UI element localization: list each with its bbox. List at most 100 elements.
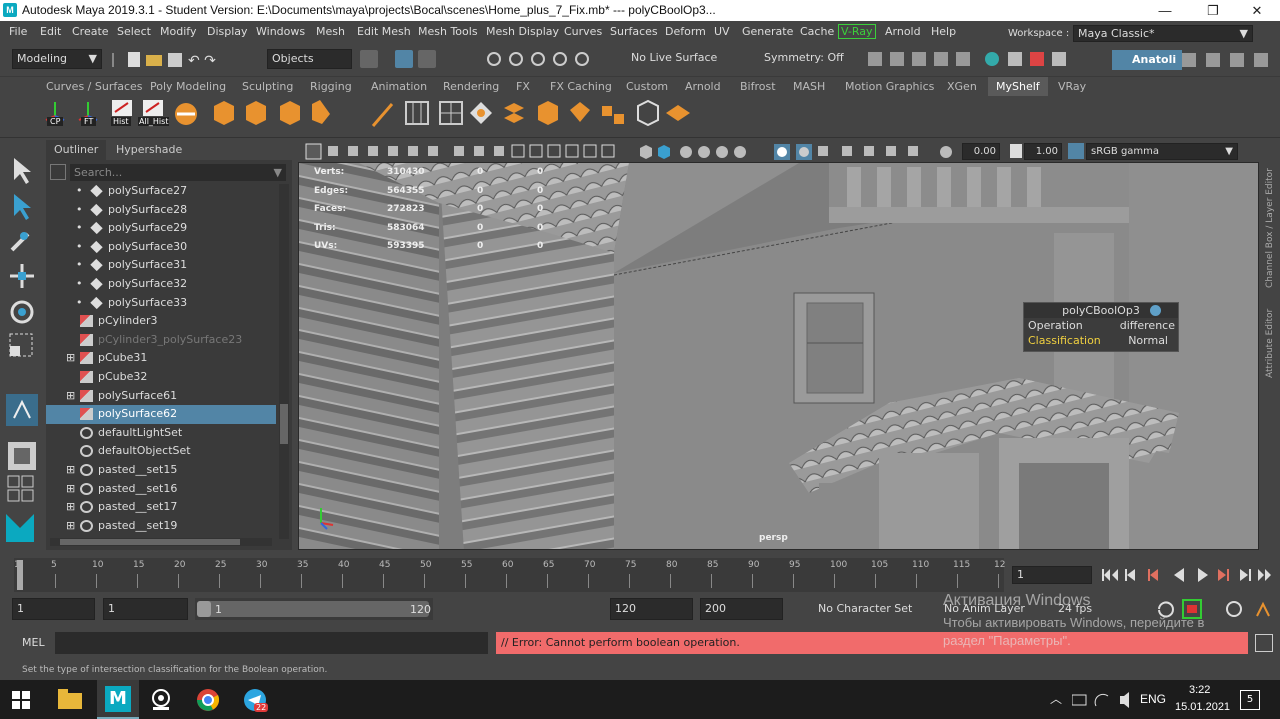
outliner-row[interactable]: pCube32 [46, 368, 276, 387]
outliner-row[interactable]: ⊞ pasted__set15 [46, 461, 276, 480]
range-slider-handle[interactable] [197, 601, 211, 617]
menuset-dropdown[interactable]: Modeling ▼ [12, 49, 102, 69]
channel-box-tab[interactable]: Channel Box / Layer Editor [1265, 148, 1275, 288]
color-space-dropdown[interactable]: sRGB gamma ▼ [1086, 143, 1238, 160]
expand-icon[interactable]: ⊞ [66, 498, 75, 516]
tab-hypershade[interactable]: Hypershade [108, 140, 190, 160]
outliner-row[interactable]: • polySurface29 [46, 219, 276, 238]
selection-mode-field[interactable]: Objects [267, 49, 352, 69]
outliner-row[interactable]: ⊞ pCube31 [46, 349, 276, 368]
live-surface-field[interactable]: No Live Surface [627, 49, 737, 69]
chevron-up-icon[interactable]: ︿ [1050, 690, 1062, 707]
expand-icon[interactable]: ⊞ [66, 461, 75, 479]
tray-icons[interactable] [1072, 692, 1142, 708]
menu-arnold[interactable]: Arnold [885, 25, 921, 38]
select-component-icon[interactable] [418, 50, 436, 68]
toggle-icon[interactable] [1150, 305, 1161, 316]
shelf-tab-custom[interactable]: Custom [626, 80, 668, 93]
file-explorer-icon[interactable] [58, 689, 82, 709]
outliner-search-input[interactable]: Search... ▼ [70, 164, 286, 181]
playback-controls[interactable] [1100, 566, 1275, 584]
shelf-tab-vray[interactable]: VRay [1058, 80, 1086, 93]
workspace-dropdown[interactable]: Maya Classic* ▼ [1073, 25, 1253, 42]
close-button[interactable]: ✕ [1234, 0, 1280, 21]
outliner-scrollbar[interactable] [279, 184, 289, 539]
shelf-tab-rendering[interactable]: Rendering [443, 80, 499, 93]
outliner-row[interactable]: • polySurface30 [46, 238, 276, 257]
clock-date[interactable]: 15.01.2021 [1175, 701, 1230, 713]
scene-start-field[interactable]: 1 [12, 598, 95, 620]
menu-mesh-display[interactable]: Mesh Display [486, 25, 559, 38]
select-hierarchy-icon[interactable] [360, 50, 378, 68]
expand-icon[interactable]: ⊞ [66, 517, 75, 535]
menu-mesh[interactable]: Mesh [316, 25, 345, 38]
tool-icons[interactable] [4, 150, 40, 550]
menu-curves[interactable]: Curves [564, 25, 602, 38]
expand-icon[interactable]: ⊞ [66, 349, 75, 367]
menu-cache[interactable]: Cache [800, 25, 834, 38]
symmetry-field[interactable]: Symmetry: Off [760, 49, 855, 69]
outliner-row[interactable]: ⊞ polySurface61 [46, 387, 276, 406]
outliner-row[interactable]: defaultObjectSet [46, 442, 276, 461]
select-object-icon[interactable] [395, 50, 413, 68]
shelf-tab-arnold[interactable]: Arnold [685, 80, 721, 93]
panel-toggle-icons[interactable] [1180, 50, 1275, 70]
menu-generate[interactable]: Generate [742, 25, 793, 38]
shelf-tab-fx[interactable]: FX [516, 80, 530, 93]
menu-help[interactable]: Help [931, 25, 956, 38]
shelf-tab-motion-graphics[interactable]: Motion Graphics [845, 80, 934, 93]
menu-uv[interactable]: UV [714, 25, 730, 38]
exposure-field[interactable]: 0.00 [962, 143, 1000, 160]
expand-icon[interactable]: ⊞ [66, 387, 75, 405]
menu-vray[interactable]: V-Ray [838, 24, 876, 39]
menu-edit-mesh[interactable]: Edit Mesh [357, 25, 411, 38]
user-account-button[interactable]: Anatoli [1112, 50, 1182, 70]
menu-windows[interactable]: Windows [256, 25, 305, 38]
boolean-in-view-editor[interactable]: polyCBoolOp3 Operation difference Classi… [1023, 302, 1179, 352]
menu-file[interactable]: File [9, 25, 27, 38]
shelf-tab-poly-modeling[interactable]: Poly Modeling [150, 80, 226, 93]
color-management-icon[interactable] [1068, 143, 1084, 159]
shelf-tab-fx-caching[interactable]: FX Caching [550, 80, 612, 93]
current-frame-field[interactable]: 1 [1012, 566, 1092, 584]
menu-create[interactable]: Create [72, 25, 109, 38]
windows-start-icon[interactable] [12, 691, 30, 709]
shelf-tab-sculpting[interactable]: Sculpting [242, 80, 293, 93]
outliner-row[interactable]: • polySurface28 [46, 201, 276, 220]
outliner-row[interactable]: pCylinder3 [46, 312, 276, 331]
shelf-icons[interactable] [40, 98, 700, 134]
shelf-tab-animation[interactable]: Animation [371, 80, 427, 93]
maya-taskbar-button[interactable]: M [97, 680, 139, 719]
time-slider[interactable]: 1510152025303540455055606570758085909510… [0, 554, 1280, 594]
menu-mesh-tools[interactable]: Mesh Tools [418, 25, 478, 38]
outliner-row[interactable]: ⊞ pasted__set16 [46, 480, 276, 499]
maximize-button[interactable]: ❐ [1190, 0, 1236, 21]
tab-outliner[interactable]: Outliner [46, 140, 107, 160]
chrome-icon[interactable] [196, 688, 220, 712]
menu-display[interactable]: Display [207, 25, 248, 38]
outliner-row[interactable]: defaultLightSet [46, 424, 276, 443]
menu-surfaces[interactable]: Surfaces [610, 25, 658, 38]
minimize-button[interactable]: — [1142, 0, 1188, 21]
scene-end-field[interactable]: 200 [700, 598, 783, 620]
expand-icon[interactable]: ⊞ [66, 480, 75, 498]
outliner-h-scrollbar[interactable] [50, 538, 272, 546]
outliner-row[interactable]: ⊞ pasted__set17 [46, 498, 276, 517]
range-slider[interactable]: 1 120 [195, 598, 433, 620]
outliner-row[interactable]: pCylinder3_polySurface23 [46, 331, 276, 350]
menu-select[interactable]: Select [117, 25, 151, 38]
classification-value[interactable]: Normal [1128, 334, 1168, 347]
playback-start-field[interactable]: 1 [103, 598, 188, 620]
notification-button[interactable]: 5 [1240, 690, 1260, 710]
menu-edit[interactable]: Edit [40, 25, 61, 38]
outliner-filter-icon[interactable] [50, 164, 66, 180]
character-set-dropdown[interactable]: No Character Set [818, 602, 912, 615]
shelf-tab-myshelf[interactable]: MyShelf [988, 77, 1048, 96]
shelf-tab-mash[interactable]: MASH [793, 80, 825, 93]
outliner-row[interactable]: polySurface62 [46, 405, 276, 424]
operation-value[interactable]: difference [1120, 319, 1175, 332]
viewport-toolbar-icons[interactable] [304, 143, 954, 160]
snap-icons[interactable] [484, 50, 614, 68]
menu-modify[interactable]: Modify [160, 25, 196, 38]
shelf-tab-xgen[interactable]: XGen [947, 80, 977, 93]
